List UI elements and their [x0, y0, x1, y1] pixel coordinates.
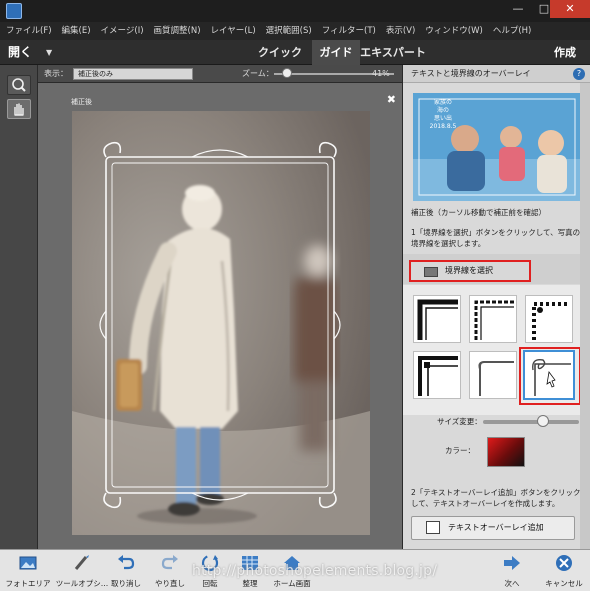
- menu-layer[interactable]: レイヤー(L): [211, 22, 256, 40]
- preview-text-line: 思い出: [433, 115, 452, 122]
- tab-guided[interactable]: ガイド: [312, 40, 360, 65]
- tab-quick[interactable]: クイック: [248, 40, 312, 65]
- create-button[interactable]: 作成: [554, 40, 576, 65]
- menu-file[interactable]: ファイル(F): [6, 22, 52, 40]
- hand-icon: [14, 103, 24, 116]
- selected-frame-highlight: [519, 347, 581, 405]
- size-label: サイズ変更：: [437, 417, 482, 426]
- frame-option-2[interactable]: [469, 295, 517, 343]
- menu-select[interactable]: 選択範囲(S): [266, 22, 312, 40]
- hand-tool[interactable]: [7, 99, 31, 119]
- frame-select-row: 境界線を選択: [403, 254, 590, 284]
- next-button[interactable]: 次へ: [486, 552, 538, 590]
- panel-scrollbar[interactable]: [580, 83, 590, 549]
- cancel-icon: [556, 555, 572, 571]
- app-window: — □ ✕ ファイル(F) 編集(E) イメージ(I) 画質調整(N) レイヤー…: [0, 0, 590, 591]
- watermark-text: http://photoshopelements.blog.jp/: [192, 563, 438, 579]
- photo-bin-button[interactable]: フォトエリア: [2, 552, 54, 590]
- zoom-tool[interactable]: [7, 75, 31, 95]
- color-label: カラー：: [445, 446, 475, 455]
- title-bar: — □ ✕: [0, 0, 590, 22]
- size-slider-knob[interactable]: [537, 415, 549, 427]
- preview-caption: 補正後（カーソル移動で補正前を確認）: [411, 208, 546, 217]
- menu-enhance[interactable]: 画質調整(N): [154, 22, 201, 40]
- text-overlay-icon: [426, 521, 440, 534]
- menu-view[interactable]: 表示(V): [386, 22, 415, 40]
- zoom-label: ズーム：: [242, 69, 274, 78]
- minimize-button[interactable]: —: [505, 0, 531, 18]
- options-bar: 表示： 補正後のみ ズーム： 41%: [38, 65, 402, 83]
- mode-bar: 開く ▼ クイック ガイド エキスパート 作成: [0, 40, 590, 65]
- view-label: 表示：: [44, 69, 68, 78]
- close-icon[interactable]: ✖: [387, 93, 396, 106]
- menu-help[interactable]: ヘルプ(H): [493, 22, 532, 40]
- menu-image[interactable]: イメージ(I): [101, 22, 144, 40]
- photo-image: [72, 111, 370, 535]
- panel-header: テキストと境界線のオーバーレイ ?: [403, 65, 590, 83]
- next-icon: [504, 556, 520, 570]
- panel-title: テキストと境界線のオーバーレイ: [411, 69, 531, 78]
- view-select[interactable]: 補正後のみ: [73, 68, 193, 80]
- menu-bar: ファイル(F) 編集(E) イメージ(I) 画質調整(N) レイヤー(L) 選択…: [0, 22, 590, 40]
- frame-option-1[interactable]: [413, 295, 461, 343]
- preview-image: 家族の 海の 思い出 2018.8.5: [413, 93, 581, 201]
- color-swatch[interactable]: [487, 437, 525, 467]
- frame-icon: [424, 267, 438, 277]
- frame-option-4[interactable]: [413, 351, 461, 399]
- cancel-label: キャンセル: [545, 579, 583, 588]
- menu-window[interactable]: ウィンドウ(W): [425, 22, 483, 40]
- canvas-area: 補正後 ✖: [38, 83, 402, 549]
- add-text-overlay-label: テキストオーバーレイ追加: [448, 523, 544, 532]
- preview-text-line: 2018.8.5: [429, 123, 457, 130]
- open-button[interactable]: 開く: [8, 40, 32, 65]
- cancel-button[interactable]: キャンセル: [538, 552, 590, 590]
- frame-thumbnail: [418, 356, 458, 396]
- step1-instructions: 1「境界線を選択」ボタンをクリックして、写真の境界線を選択します。: [411, 228, 581, 248]
- guided-panel: テキストと境界線のオーバーレイ ? 家族の 海の 思い出 2018.8.5 補正…: [402, 65, 590, 549]
- step2-instructions: 2「テキストオーバーレイ追加」ボタンをクリックして、テキストオーバーレイを作成し…: [411, 488, 581, 508]
- undo-icon: [118, 555, 135, 570]
- preview-text-line: 家族の: [433, 99, 452, 106]
- next-label: 次へ: [504, 579, 520, 588]
- menu-filter[interactable]: フィルター(T): [322, 22, 376, 40]
- app-icon: [6, 3, 22, 19]
- select-frame-button[interactable]: 境界線を選択: [409, 260, 531, 282]
- tab-expert[interactable]: エキスパート: [360, 40, 426, 65]
- document-photo[interactable]: [72, 111, 370, 535]
- zoom-value: 41%: [372, 69, 390, 78]
- zoom-slider-knob[interactable]: [282, 68, 292, 78]
- tool-options-icon: [74, 555, 89, 570]
- magnifier-icon: [12, 78, 26, 92]
- redo-icon: [161, 555, 178, 570]
- add-text-overlay-button[interactable]: テキストオーバーレイ追加: [411, 516, 575, 540]
- close-window-button[interactable]: ✕: [550, 0, 590, 18]
- frame-thumbnail: [474, 300, 514, 340]
- frame-thumbnail: [478, 361, 514, 396]
- home-screen-label: ホーム画面: [273, 579, 311, 588]
- photo-bin-icon: [19, 556, 37, 570]
- frame-option-3[interactable]: [525, 295, 573, 343]
- photo-bin-label: フォトエリア: [5, 579, 51, 588]
- help-icon[interactable]: ?: [573, 68, 585, 80]
- frame-thumbnail: [532, 302, 570, 340]
- frame-option-5[interactable]: [469, 351, 517, 399]
- menu-edit[interactable]: 編集(E): [62, 22, 91, 40]
- tool-column: [0, 65, 38, 549]
- document-label: 補正後: [71, 98, 92, 106]
- chevron-down-icon[interactable]: ▼: [46, 40, 52, 65]
- frame-thumbnail: [417, 299, 458, 340]
- size-slider[interactable]: [483, 420, 579, 424]
- select-frame-label: 境界線を選択: [445, 266, 493, 275]
- preview-text-line: 海の: [436, 107, 449, 114]
